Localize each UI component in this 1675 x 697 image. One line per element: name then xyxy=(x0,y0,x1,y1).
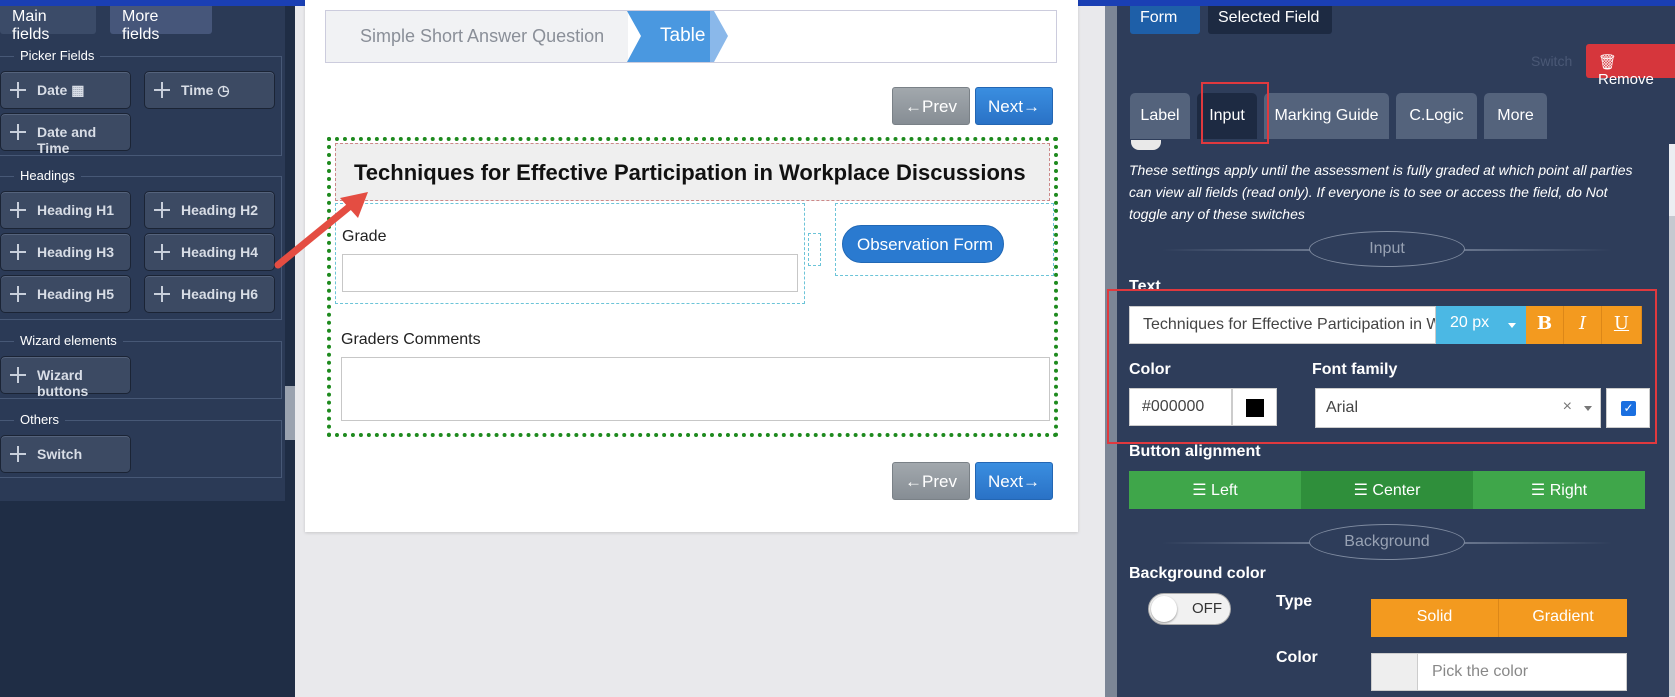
move-icon xyxy=(153,81,171,99)
section-label-picker: Picker Fields xyxy=(14,48,101,63)
move-icon xyxy=(9,243,27,261)
bg-color-label: Background color xyxy=(1129,565,1266,582)
help-text: These settings apply until the assessmen… xyxy=(1129,162,1633,222)
field-time[interactable]: Time ◷ xyxy=(144,71,275,109)
field-heading-h3[interactable]: Heading H3 xyxy=(0,233,131,271)
move-icon xyxy=(153,243,171,261)
field-heading-h5-label: Heading H5 xyxy=(37,286,115,302)
next-button-bottom[interactable]: Next→ xyxy=(975,462,1053,500)
wizard-steps: Simple Short Answer Question Table xyxy=(325,10,1057,63)
heading-field[interactable]: Techniques for Effective Participation i… xyxy=(335,143,1050,201)
section-others: Others Switch xyxy=(0,412,282,478)
field-heading-h4[interactable]: Heading H4 xyxy=(144,233,275,271)
section-wizard: Wizard elements Wizard buttons xyxy=(0,333,282,399)
move-icon xyxy=(9,285,27,303)
tab-more[interactable]: More xyxy=(1484,93,1547,139)
field-date-and-time[interactable]: Date and Time xyxy=(0,113,131,156)
align-right-button[interactable]: ☰ Right xyxy=(1473,471,1645,509)
field-wizard-buttons-label: Wizard buttons xyxy=(37,367,89,399)
field-heading-h3-label: Heading H3 xyxy=(37,244,115,260)
tab-label[interactable]: Label xyxy=(1130,93,1190,139)
field-heading-h4-label: Heading H4 xyxy=(181,244,259,260)
bg-color-placeholder: Pick the color xyxy=(1432,663,1529,680)
prev-button-bottom[interactable]: ←Prev xyxy=(892,462,970,500)
move-icon xyxy=(9,201,27,219)
field-heading-h1-label: Heading H1 xyxy=(37,202,115,218)
highlight-box-text-settings xyxy=(1107,289,1657,444)
field-palette-body: Main fields More fields Picker Fields Da… xyxy=(0,6,285,501)
section-label-headings: Headings xyxy=(14,168,81,183)
field-heading-h5[interactable]: Heading H5 xyxy=(0,275,131,313)
grade-label: Grade xyxy=(342,228,387,245)
observation-form-button[interactable]: Observation Form xyxy=(842,225,1004,263)
field-heading-h2[interactable]: Heading H2 xyxy=(144,191,275,229)
move-icon xyxy=(153,201,171,219)
move-icon xyxy=(9,445,27,463)
wizard-step-1[interactable]: Simple Short Answer Question xyxy=(326,11,628,62)
section-picker: Picker Fields Date ▦ Time ◷ Date and Tim… xyxy=(0,48,282,156)
section-headings: Headings Heading H1 Heading H2 Heading H… xyxy=(0,168,282,320)
field-heading-h1[interactable]: Heading H1 xyxy=(0,191,131,229)
partial-toggle[interactable] xyxy=(1131,140,1161,150)
field-switch-label: Switch xyxy=(37,446,83,462)
alignment-label: Button alignment xyxy=(1129,443,1261,460)
tab-selected-field[interactable]: Selected Field xyxy=(1208,6,1332,34)
bg-pick-color-label: Color xyxy=(1276,649,1318,666)
field-wizard-buttons[interactable]: Wizard buttons xyxy=(0,356,131,399)
field-date-label: Date xyxy=(37,82,68,98)
table-cell-grade: Grade xyxy=(335,203,805,304)
type-solid-button[interactable]: Solid xyxy=(1371,599,1499,637)
field-time-label: Time xyxy=(181,82,214,98)
bg-color-swatch[interactable] xyxy=(1372,654,1418,690)
left-panel-collapse-handle[interactable] xyxy=(285,386,295,440)
highlight-box-input-tab xyxy=(1201,82,1269,144)
field-heading-h2-label: Heading H2 xyxy=(181,202,259,218)
wizard-step-separator xyxy=(710,11,728,62)
field-switch[interactable]: Switch xyxy=(0,435,131,473)
comments-textarea[interactable] xyxy=(341,357,1050,421)
bg-color-picker[interactable]: Pick the color xyxy=(1371,653,1627,691)
section-label-wizard: Wizard elements xyxy=(14,333,123,348)
comments-label: Graders Comments xyxy=(341,331,481,348)
align-center-button[interactable]: ☰ Center xyxy=(1301,471,1473,509)
move-icon xyxy=(153,285,171,303)
tab-main-fields[interactable]: Main fields xyxy=(0,6,96,43)
tab-more-fields[interactable]: More fields xyxy=(110,6,212,43)
field-heading-h6[interactable]: Heading H6 xyxy=(144,275,275,313)
ghost-field-name: Switch xyxy=(1531,53,1573,69)
section-background-title: Background xyxy=(1309,524,1465,560)
bg-color-toggle[interactable]: OFF xyxy=(1148,593,1231,625)
tab-marking-guide[interactable]: Marking Guide xyxy=(1264,93,1389,139)
column-resize-handle[interactable] xyxy=(808,233,821,266)
table-cell-observation: Observation Form xyxy=(835,203,1054,276)
properties-scrollbar[interactable] xyxy=(1669,144,1675,697)
type-label: Type xyxy=(1276,593,1313,610)
field-date-and-time-label: Date and Time xyxy=(37,124,97,156)
align-left-button[interactable]: ☰ Left xyxy=(1129,471,1301,509)
clock-icon: ◷ xyxy=(217,82,230,98)
move-icon xyxy=(9,123,27,141)
section-input-title: Input xyxy=(1309,231,1465,267)
field-palette: Main fields More fields Picker Fields Da… xyxy=(0,6,295,697)
form-canvas: Simple Short Answer Question Table ←Prev… xyxy=(305,0,1078,532)
grade-input[interactable] xyxy=(342,254,798,292)
calendar-icon: ▦ xyxy=(71,82,85,98)
field-heading-h6-label: Heading H6 xyxy=(181,286,259,302)
remove-button[interactable]: 🗑 Remove xyxy=(1586,44,1675,88)
tab-c-logic[interactable]: C.Logic xyxy=(1396,93,1477,139)
field-date[interactable]: Date ▦ xyxy=(0,71,131,109)
prev-button-top[interactable]: ←Prev xyxy=(892,87,970,125)
tab-form[interactable]: Form xyxy=(1130,6,1200,34)
properties-panel: Form Selected Field Switch 🗑 Remove Labe… xyxy=(1107,6,1675,697)
move-icon xyxy=(9,81,27,99)
next-button-top[interactable]: Next→ xyxy=(975,87,1053,125)
section-label-others: Others xyxy=(14,412,66,427)
type-gradient-button[interactable]: Gradient xyxy=(1499,599,1627,637)
selected-table-container[interactable]: Techniques for Effective Participation i… xyxy=(327,137,1058,437)
move-icon xyxy=(9,366,27,384)
